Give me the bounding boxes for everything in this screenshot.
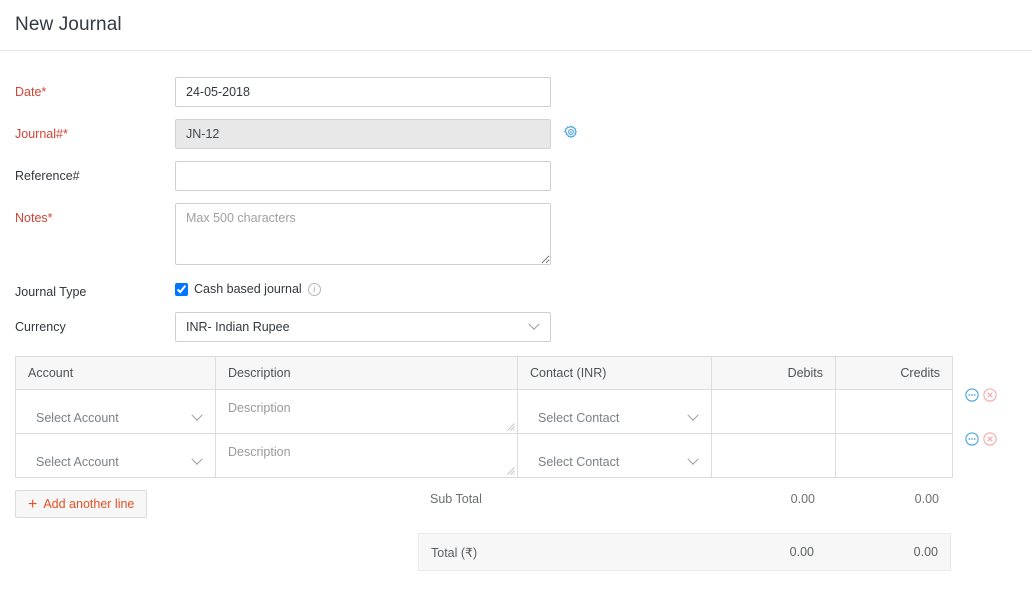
cash-based-journal-label: Cash based journal: [194, 282, 302, 296]
cell-contact[interactable]: Select Contact: [517, 389, 712, 434]
field-row-reference-number: Reference#: [0, 161, 1032, 191]
chevron-down-icon: [528, 318, 540, 330]
cell-contact[interactable]: Select Contact: [517, 433, 712, 478]
row-actions-row-2: [965, 432, 997, 446]
account-select-value: Select Account: [36, 410, 119, 425]
field-row-date: Date: [0, 77, 1032, 107]
date-input[interactable]: [175, 77, 551, 107]
currency-select[interactable]: INR- Indian Rupee: [175, 312, 551, 342]
grand-total-label: Total (₹): [431, 545, 478, 560]
contact-select-value: Select Contact: [538, 454, 620, 469]
cell-credits[interactable]: [835, 389, 953, 434]
label-date: Date: [0, 77, 175, 100]
cell-debits[interactable]: [711, 389, 836, 434]
account-select-row-2[interactable]: Select Account: [16, 434, 215, 477]
journal-number-field-wrap: [175, 119, 579, 149]
chevron-down-icon: [191, 409, 203, 421]
journal-form: Date Journal# Reference# Notes: [0, 51, 1032, 342]
cell-description[interactable]: Description: [215, 389, 518, 434]
page-title: New Journal: [15, 14, 122, 35]
remove-row-icon[interactable]: [983, 432, 997, 446]
info-icon[interactable]: i: [307, 282, 321, 296]
date-field-wrap: [175, 77, 551, 107]
reference-number-input[interactable]: [175, 161, 551, 191]
chevron-down-icon: [687, 409, 699, 421]
contact-select-row-1[interactable]: Select Contact: [518, 390, 711, 433]
sub-total-row: Sub Total 0.00 0.00: [418, 483, 951, 515]
field-row-journal-number: Journal#: [0, 119, 1032, 149]
plus-icon: +: [28, 495, 38, 513]
table-row: Select Account Description Select Contac…: [15, 389, 953, 434]
add-another-line-label: Add another line: [43, 497, 135, 511]
cell-account[interactable]: Select Account: [15, 389, 216, 434]
contact-select-row-2[interactable]: Select Contact: [518, 434, 711, 477]
account-select-value: Select Account: [36, 454, 119, 469]
bottom-section: + Add another line Sub Total 0.00 0.00 T…: [0, 490, 1032, 571]
account-select-row-1[interactable]: Select Account: [16, 390, 215, 433]
resize-handle-icon[interactable]: [506, 422, 515, 431]
field-row-journal-type: Journal Type Cash based journal i: [0, 277, 1032, 300]
column-header-contact: Contact (INR): [517, 356, 712, 390]
field-row-notes: Notes: [0, 203, 1032, 265]
grand-total-row: Total (₹) 0.00 0.00: [418, 533, 951, 571]
grand-total-credits: 0.00: [913, 545, 938, 559]
line-items-section: Account Description Contact (INR) Debits…: [0, 342, 1032, 478]
gear-icon[interactable]: [563, 125, 579, 141]
notes-field-wrap: [175, 203, 551, 265]
sub-total-debits: 0.00: [790, 492, 815, 506]
field-row-currency: Currency INR- Indian Rupee: [0, 312, 1032, 342]
reference-number-field-wrap: [175, 161, 551, 191]
description-input-row-2[interactable]: Description: [216, 434, 517, 477]
cell-description[interactable]: Description: [215, 433, 518, 478]
page-header: New Journal: [0, 0, 1032, 51]
resize-handle-icon[interactable]: [506, 466, 515, 475]
chevron-down-icon: [191, 453, 203, 465]
more-options-icon[interactable]: [965, 432, 979, 446]
label-currency: Currency: [15, 320, 66, 334]
label-journal-type: Journal Type: [15, 285, 87, 299]
sub-total-credits: 0.00: [914, 492, 939, 506]
row-actions-row-1: [965, 388, 997, 402]
description-placeholder: Description: [228, 401, 291, 415]
column-header-debits: Debits: [711, 356, 836, 390]
journal-type-field-wrap: Cash based journal i: [175, 277, 321, 296]
line-items-header-row: Account Description Contact (INR) Debits…: [15, 356, 953, 390]
label-reference-number: Reference#: [15, 169, 80, 183]
currency-field-wrap: INR- Indian Rupee: [175, 312, 551, 342]
sub-total-label: Sub Total: [430, 492, 482, 506]
cell-account[interactable]: Select Account: [15, 433, 216, 478]
column-header-description: Description: [215, 356, 518, 390]
label-journal-number: Journal#: [0, 119, 175, 142]
table-row: Select Account Description Select Contac…: [15, 433, 953, 478]
journal-number-input[interactable]: [175, 119, 551, 149]
description-input-row-1[interactable]: Description: [216, 390, 517, 433]
cell-credits[interactable]: [835, 433, 953, 478]
cash-based-journal-checkbox[interactable]: [175, 282, 188, 296]
totals-panel: Sub Total 0.00 0.00 Total (₹) 0.00 0.00: [418, 483, 951, 571]
add-another-line-button[interactable]: + Add another line: [15, 490, 148, 518]
column-header-account: Account: [15, 356, 216, 390]
cell-debits[interactable]: [711, 433, 836, 478]
remove-row-icon[interactable]: [983, 388, 997, 402]
line-items-table: Account Description Contact (INR) Debits…: [15, 356, 953, 478]
notes-textarea[interactable]: [175, 203, 551, 265]
currency-selected-value: INR- Indian Rupee: [186, 320, 290, 334]
column-header-credits: Credits: [835, 356, 953, 390]
contact-select-value: Select Contact: [538, 410, 620, 425]
description-placeholder: Description: [228, 445, 291, 459]
grand-total-debits: 0.00: [789, 545, 814, 559]
chevron-down-icon: [687, 453, 699, 465]
more-options-icon[interactable]: [965, 388, 979, 402]
label-notes: Notes: [0, 203, 175, 226]
